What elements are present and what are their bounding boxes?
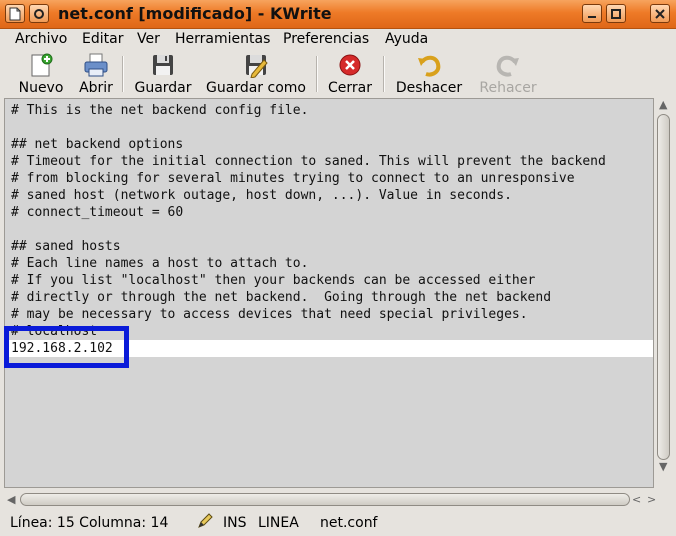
close-button[interactable]: Cerrar bbox=[327, 52, 373, 96]
menu-ayuda[interactable]: Ayuda bbox=[385, 30, 428, 48]
vertical-scroll-thumb[interactable] bbox=[657, 114, 670, 460]
editor-line[interactable]: # connect_timeout = 60 bbox=[11, 204, 183, 221]
editor-line[interactable]: # Timeout for the initial connection to … bbox=[11, 153, 606, 170]
editor-line[interactable]: # saned host (network outage, host down,… bbox=[11, 187, 512, 204]
scroll-right-icon[interactable]: > bbox=[647, 494, 656, 506]
editor-line[interactable]: # from blocking for several minutes tryi… bbox=[11, 170, 575, 187]
window-menu-icon[interactable] bbox=[29, 4, 49, 23]
editor-line[interactable]: # If you list "localhost" then your back… bbox=[11, 272, 535, 289]
new-label: Nuevo bbox=[18, 80, 64, 96]
save-label: Guardar bbox=[134, 80, 192, 96]
open-label: Abrir bbox=[79, 80, 113, 96]
close-x-icon[interactable] bbox=[650, 4, 670, 23]
redo-arrow-icon bbox=[495, 52, 521, 78]
status-bar: Línea: 15 Columna: 14 INS LINEA net.conf bbox=[0, 510, 676, 536]
redo-label: Rehacer bbox=[479, 80, 537, 96]
menu-bar: Archivo Editar Ver Herramientas Preferen… bbox=[0, 28, 676, 50]
editor-line[interactable]: # This is the net backend config file. bbox=[11, 102, 308, 119]
cursor-position: Línea: 15 Columna: 14 bbox=[10, 515, 169, 531]
open-printer-icon bbox=[83, 52, 109, 78]
status-filename: net.conf bbox=[320, 515, 378, 531]
editor-line[interactable]: # may be necessary to access devices tha… bbox=[11, 306, 528, 323]
title-bar: net.conf [modificado] - KWrite bbox=[0, 0, 676, 29]
menu-editar[interactable]: Editar bbox=[82, 30, 123, 48]
maximize-icon[interactable] bbox=[606, 4, 626, 23]
scroll-left-icon[interactable]: ◀ bbox=[7, 494, 15, 506]
highlight-annotation-box bbox=[4, 326, 129, 368]
scroll-down-icon[interactable]: ▼ bbox=[659, 461, 667, 473]
editor-line[interactable]: # directly or through the net backend. G… bbox=[11, 289, 551, 306]
menu-ver[interactable]: Ver bbox=[137, 30, 160, 48]
redo-button[interactable]: Rehacer bbox=[476, 52, 540, 96]
toolbar-separator bbox=[122, 56, 124, 92]
horizontal-scroll-thumb[interactable] bbox=[20, 493, 630, 506]
pencil-modified-icon bbox=[197, 513, 213, 534]
toolbar-separator bbox=[383, 56, 385, 92]
save-as-button[interactable]: Guardar como bbox=[205, 52, 307, 96]
floppy-disk-icon bbox=[150, 52, 176, 78]
undo-label: Deshacer bbox=[395, 80, 463, 96]
open-button[interactable]: Abrir bbox=[76, 52, 116, 96]
line-mode[interactable]: LINEA bbox=[258, 514, 299, 532]
close-label: Cerrar bbox=[328, 80, 372, 96]
editor-line[interactable]: ## saned hosts bbox=[11, 238, 121, 255]
toolbar-separator bbox=[316, 56, 318, 92]
editor-line[interactable]: ## net backend options bbox=[11, 136, 183, 153]
horizontal-scrollbar[interactable]: ◀ < > bbox=[4, 490, 672, 510]
minimize-icon[interactable] bbox=[582, 4, 602, 23]
text-editor[interactable]: # This is the net backend config file. #… bbox=[4, 98, 654, 488]
window-title: net.conf [modificado] - KWrite bbox=[58, 4, 332, 23]
save-as-label: Guardar como bbox=[206, 80, 306, 96]
menu-herramientas[interactable]: Herramientas bbox=[175, 30, 270, 48]
scroll-up-icon[interactable]: ▲ bbox=[659, 99, 667, 111]
insert-mode[interactable]: INS bbox=[223, 514, 247, 532]
vertical-scrollbar[interactable]: ▲ ▼ bbox=[655, 98, 672, 488]
toolbar: Nuevo Abrir Guardar Guardar como Cerrar … bbox=[0, 50, 676, 98]
save-button[interactable]: Guardar bbox=[133, 52, 193, 96]
save-as-icon bbox=[243, 52, 269, 79]
close-red-icon bbox=[337, 52, 363, 78]
scroll-left-end-icon[interactable]: < bbox=[632, 494, 641, 506]
document-icon[interactable] bbox=[5, 4, 25, 23]
menu-preferencias[interactable]: Preferencias bbox=[283, 30, 369, 48]
menu-archivo[interactable]: Archivo bbox=[15, 30, 67, 48]
editor-line[interactable]: # Each line names a host to attach to. bbox=[11, 255, 308, 272]
new-button[interactable]: Nuevo bbox=[14, 52, 68, 96]
undo-button[interactable]: Deshacer bbox=[393, 52, 465, 96]
new-document-icon bbox=[28, 52, 54, 78]
undo-arrow-icon bbox=[416, 52, 442, 78]
